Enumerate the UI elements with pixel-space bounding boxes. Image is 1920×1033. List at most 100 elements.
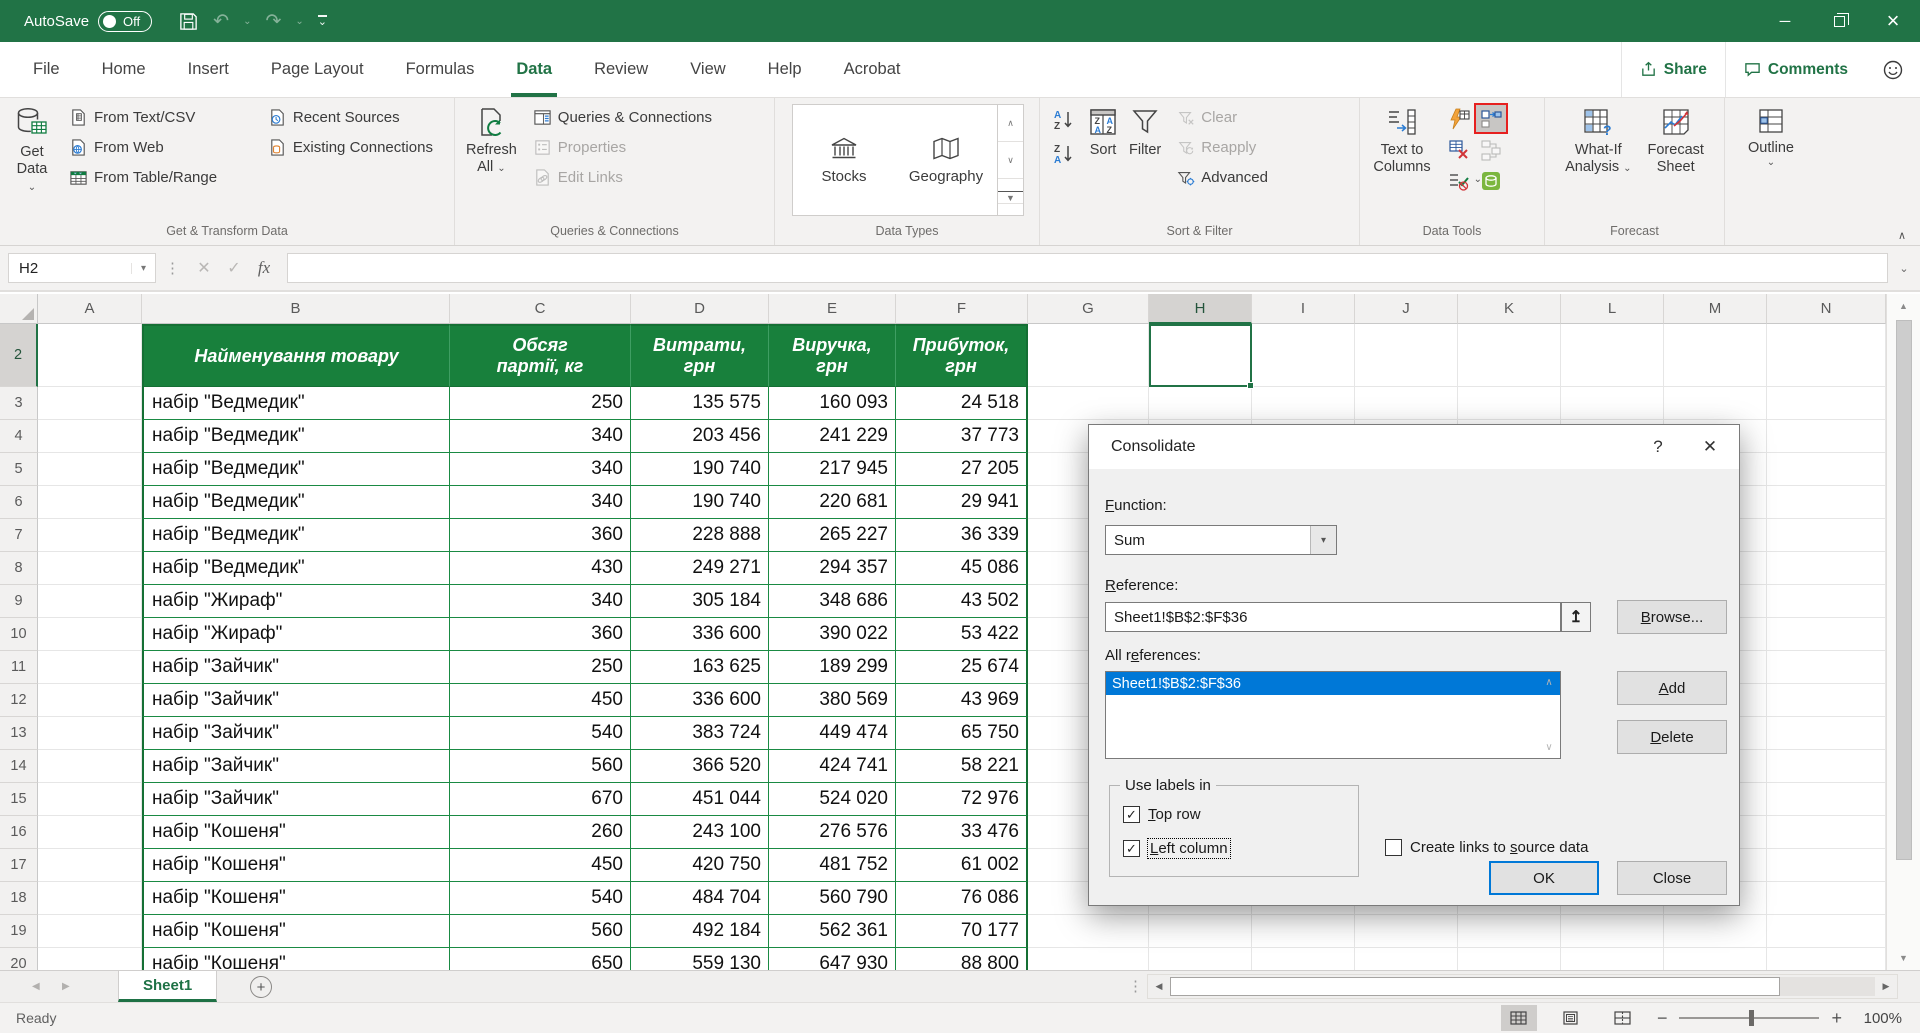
table-cell[interactable]: 340 bbox=[450, 453, 631, 486]
cell[interactable] bbox=[1458, 387, 1561, 420]
vertical-scroll-thumb[interactable] bbox=[1896, 320, 1912, 860]
existing-connections-button[interactable]: Existing Connections bbox=[263, 133, 448, 162]
table-cell[interactable]: 88 800 bbox=[896, 948, 1028, 970]
table-cell[interactable]: 670 bbox=[450, 783, 631, 816]
table-cell[interactable]: 265 227 bbox=[769, 519, 896, 552]
cell[interactable] bbox=[1355, 324, 1458, 387]
cell[interactable] bbox=[1767, 750, 1886, 783]
cell[interactable] bbox=[1561, 387, 1664, 420]
table-cell[interactable]: набір "Ведмедик" bbox=[142, 453, 450, 486]
horizontal-scrollbar[interactable]: ◀ ▶ bbox=[1147, 974, 1898, 999]
row-header-4[interactable]: 4 bbox=[0, 420, 38, 453]
row-header-13[interactable]: 13 bbox=[0, 717, 38, 750]
table-cell[interactable]: 45 086 bbox=[896, 552, 1028, 585]
cell[interactable] bbox=[1767, 684, 1886, 717]
table-cell[interactable]: 33 476 bbox=[896, 816, 1028, 849]
comments-button[interactable]: Comments bbox=[1725, 42, 1866, 97]
cell[interactable] bbox=[38, 519, 142, 552]
feedback-smiley-icon[interactable] bbox=[1866, 59, 1920, 81]
selected-cell-H2[interactable] bbox=[1149, 324, 1252, 387]
tab-formulas[interactable]: Formulas bbox=[385, 42, 496, 97]
table-cell[interactable]: набір "Ведмедик" bbox=[142, 486, 450, 519]
horizontal-scroll-thumb[interactable] bbox=[1170, 977, 1780, 996]
formula-input[interactable] bbox=[287, 253, 1888, 283]
tab-data[interactable]: Data bbox=[495, 42, 573, 97]
table-cell[interactable]: 53 422 bbox=[896, 618, 1028, 651]
table-cell[interactable]: 560 bbox=[450, 915, 631, 948]
table-cell[interactable]: 484 704 bbox=[631, 882, 769, 915]
cell[interactable] bbox=[1028, 948, 1149, 970]
cell[interactable] bbox=[1767, 651, 1886, 684]
clear-filter-button[interactable]: Clear bbox=[1172, 103, 1290, 132]
cell[interactable] bbox=[1767, 552, 1886, 585]
remove-duplicates-button[interactable] bbox=[1444, 134, 1474, 165]
table-cell[interactable]: 37 773 bbox=[896, 420, 1028, 453]
minimize-button[interactable]: ─ bbox=[1758, 0, 1812, 42]
scroll-left-icon[interactable]: ◀ bbox=[1148, 981, 1170, 992]
data-validation-button[interactable]: ⌄ bbox=[1444, 165, 1474, 196]
column-header-D[interactable]: D bbox=[631, 294, 769, 324]
forecast-sheet-button[interactable]: Forecast Sheet bbox=[1643, 103, 1709, 222]
cell[interactable] bbox=[38, 585, 142, 618]
cell[interactable] bbox=[38, 651, 142, 684]
save-icon[interactable] bbox=[178, 11, 199, 32]
cell[interactable] bbox=[1561, 915, 1664, 948]
sort-descending-button[interactable]: ZA bbox=[1046, 141, 1082, 167]
row-header-18[interactable]: 18 bbox=[0, 882, 38, 915]
row-header-12[interactable]: 12 bbox=[0, 684, 38, 717]
function-select[interactable]: Sum ▾ bbox=[1105, 525, 1337, 555]
close-button[interactable]: × bbox=[1866, 0, 1920, 42]
prev-sheet-icon[interactable]: ◀ bbox=[32, 971, 40, 1002]
row-header-10[interactable]: 10 bbox=[0, 618, 38, 651]
cell[interactable] bbox=[38, 420, 142, 453]
table-cell[interactable]: 260 bbox=[450, 816, 631, 849]
table-cell[interactable]: набір "Кошеня" bbox=[142, 816, 450, 849]
filter-button[interactable]: Filter bbox=[1124, 103, 1166, 222]
table-cell[interactable]: 348 686 bbox=[769, 585, 896, 618]
table-cell[interactable]: 250 bbox=[450, 651, 631, 684]
table-cell[interactable]: 27 205 bbox=[896, 453, 1028, 486]
from-table-range-button[interactable]: From Table/Range bbox=[64, 163, 257, 192]
advanced-filter-button[interactable]: Advanced bbox=[1172, 163, 1290, 192]
cell[interactable] bbox=[38, 618, 142, 651]
redo-dropdown-icon[interactable]: ⌄ bbox=[295, 16, 303, 27]
cell[interactable] bbox=[1767, 915, 1886, 948]
table-cell[interactable]: набір "Жираф" bbox=[142, 585, 450, 618]
zoom-slider-thumb[interactable] bbox=[1749, 1010, 1754, 1026]
refresh-all-button[interactable]: Refresh All ⌄ bbox=[461, 103, 522, 222]
tab-help[interactable]: Help bbox=[747, 42, 823, 97]
edit-links-button[interactable]: Edit Links bbox=[528, 163, 756, 192]
fill-handle[interactable] bbox=[1247, 382, 1254, 389]
row-header-16[interactable]: 16 bbox=[0, 816, 38, 849]
scroll-down-icon[interactable]: ▼ bbox=[1887, 946, 1920, 970]
column-header-F[interactable]: F bbox=[896, 294, 1028, 324]
relationships-button[interactable] bbox=[1474, 134, 1508, 165]
table-cell[interactable]: 540 bbox=[450, 717, 631, 750]
zoom-slider[interactable] bbox=[1679, 1017, 1819, 1019]
table-cell[interactable]: набір "Зайчик" bbox=[142, 717, 450, 750]
cell[interactable] bbox=[38, 552, 142, 585]
normal-view-button[interactable] bbox=[1501, 1005, 1537, 1031]
table-cell[interactable]: 24 518 bbox=[896, 387, 1028, 420]
cell[interactable] bbox=[1767, 387, 1886, 420]
row-header-6[interactable]: 6 bbox=[0, 486, 38, 519]
table-cell[interactable]: 217 945 bbox=[769, 453, 896, 486]
recent-sources-button[interactable]: Recent Sources bbox=[263, 103, 448, 132]
table-cell[interactable]: набір "Жираф" bbox=[142, 618, 450, 651]
tab-review[interactable]: Review bbox=[573, 42, 669, 97]
cell[interactable] bbox=[1664, 915, 1767, 948]
restore-button[interactable] bbox=[1812, 0, 1866, 42]
cell[interactable] bbox=[1664, 324, 1767, 387]
table-cell[interactable]: 36 339 bbox=[896, 519, 1028, 552]
queries-connections-button[interactable]: Queries & Connections bbox=[528, 103, 756, 132]
row-header-19[interactable]: 19 bbox=[0, 915, 38, 948]
column-header-A[interactable]: A bbox=[38, 294, 142, 324]
scroll-up-icon[interactable]: ▲ bbox=[1887, 294, 1920, 318]
table-cell[interactable]: 430 bbox=[450, 552, 631, 585]
table-cell[interactable]: 560 bbox=[450, 750, 631, 783]
tab-page-layout[interactable]: Page Layout bbox=[250, 42, 385, 97]
cell[interactable] bbox=[38, 324, 142, 387]
table-cell[interactable]: 366 520 bbox=[631, 750, 769, 783]
from-text-csv-button[interactable]: From Text/CSV bbox=[64, 103, 257, 132]
cell[interactable] bbox=[1767, 585, 1886, 618]
